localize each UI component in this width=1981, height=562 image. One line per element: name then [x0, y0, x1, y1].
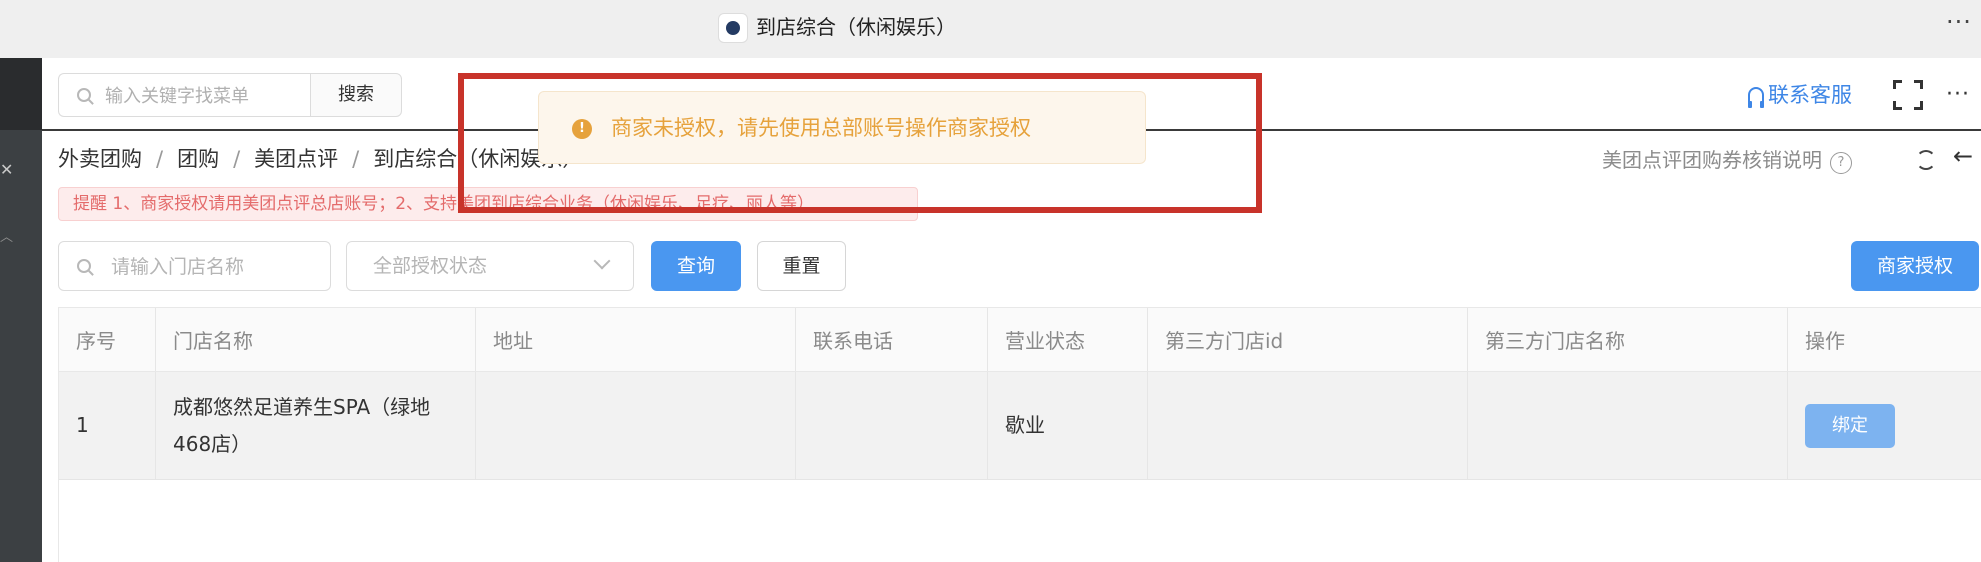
row-business-status: 歇业: [988, 372, 1148, 479]
search-icon: [77, 88, 91, 102]
merchant-auth-button[interactable]: 商家授权: [1851, 241, 1979, 291]
breadcrumb: 外卖团购 / 团购 / 美团点评 / 到店综合（休闲娱乐）: [58, 147, 584, 171]
sidebar-header: [0, 58, 42, 130]
verification-help-link[interactable]: 美团点评团购券核销说明?: [1602, 146, 1852, 174]
row-third-party-id: [1148, 372, 1468, 479]
store-name-text: 成都悠然足道养生SPA（绿地468店）: [173, 394, 431, 456]
fullscreen-icon[interactable]: [1893, 80, 1923, 110]
question-icon: ?: [1830, 152, 1852, 174]
refresh-icon[interactable]: [1916, 150, 1936, 170]
warning-toast: ! 商家未授权，请先使用总部账号操作商家授权: [538, 91, 1146, 164]
contact-support-label: 联系客服: [1768, 83, 1852, 107]
warning-icon: !: [572, 119, 592, 139]
window-title: 到店综合（休闲娱乐）: [756, 15, 956, 39]
store-name-input[interactable]: [109, 253, 323, 281]
row-actions: 绑定: [1788, 372, 1981, 479]
headset-icon: [1748, 87, 1764, 108]
row-phone: [796, 372, 988, 479]
row-third-party-name: [1468, 372, 1788, 479]
table-header: 序号 门店名称 地址 联系电话 营业状态 第三方门店id 第三方门店名称 操作: [59, 307, 1981, 372]
query-button[interactable]: 查询: [651, 241, 741, 291]
row-store-name: 成都悠然足道养生SPA（绿地468店）: [156, 372, 476, 479]
window-more-icon[interactable]: ···: [1946, 8, 1972, 36]
menu-search-button[interactable]: 搜索: [310, 73, 402, 117]
app-logo-icon: [718, 13, 748, 43]
reminder-notice: 提醒 1、商家授权请用美团点评总店账号；2、支持美团到店综合业务（休闲娱乐、足疗…: [58, 187, 918, 221]
search-icon: [77, 259, 91, 273]
reset-button[interactable]: 重置: [757, 241, 846, 291]
back-arrow-icon[interactable]: ←: [1953, 142, 1973, 170]
row-index: 1: [59, 372, 156, 479]
help-label: 美团点评团购券核销说明: [1602, 148, 1822, 172]
menu-search-input[interactable]: [103, 82, 307, 110]
toast-message: 商家未授权，请先使用总部账号操作商家授权: [611, 116, 1031, 140]
bind-button[interactable]: 绑定: [1805, 403, 1895, 448]
column-header: 第三方门店id: [1148, 308, 1468, 371]
sidebar-close-icon[interactable]: ✕: [0, 160, 13, 179]
contact-support-link[interactable]: 联系客服: [1748, 80, 1852, 110]
more-options-icon[interactable]: ···: [1946, 82, 1970, 107]
breadcrumb-item[interactable]: 团购: [177, 147, 219, 171]
column-header: 操作: [1805, 329, 1845, 353]
window-title-bar: [0, 0, 1981, 58]
auth-status-select[interactable]: 全部授权状态: [346, 241, 634, 291]
column-header: 门店名称: [156, 308, 476, 371]
menu-search-box[interactable]: [58, 73, 310, 117]
store-name-search[interactable]: [58, 241, 331, 291]
row-address: [476, 372, 796, 479]
column-header: 第三方门店名称: [1468, 308, 1788, 371]
left-sidebar: [0, 58, 42, 562]
column-header: 地址: [476, 308, 796, 371]
breadcrumb-item[interactable]: 美团点评: [254, 147, 338, 171]
breadcrumb-item[interactable]: 外卖团购: [58, 147, 142, 171]
column-header: 联系电话: [796, 308, 988, 371]
table-row: 1 成都悠然足道养生SPA（绿地468店） 歇业 绑定: [59, 372, 1981, 480]
column-header: 序号: [59, 308, 156, 371]
sidebar-collapse-icon[interactable]: ︿: [0, 226, 13, 245]
column-header: 营业状态: [988, 308, 1148, 371]
store-table: 序号 门店名称 地址 联系电话 营业状态 第三方门店id 第三方门店名称 操作 …: [58, 307, 1981, 562]
